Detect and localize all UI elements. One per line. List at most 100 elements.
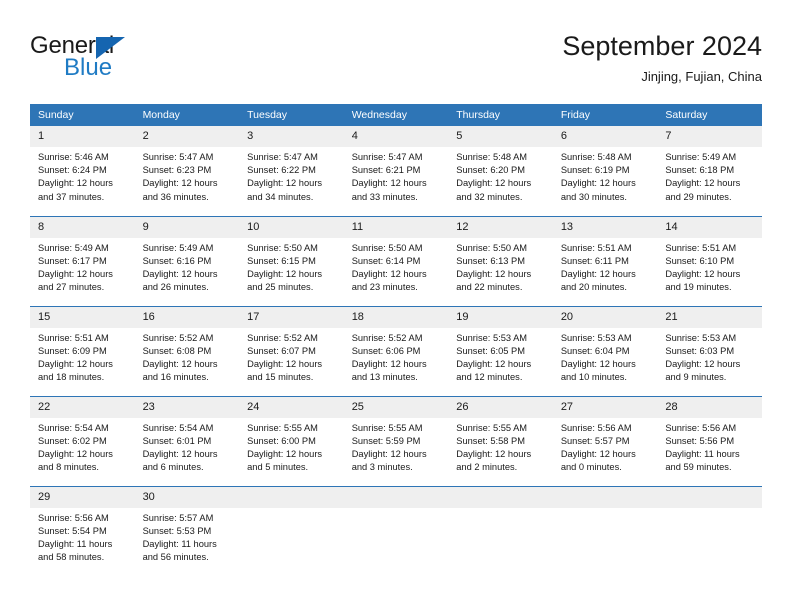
calendar-day-cell[interactable]: 17 Sunrise: 5:52 AM Sunset: 6:07 PM Dayligh… xyxy=(239,305,344,396)
day-details: Sunrise: 5:56 AM Sunset: 5:57 PM Daylight:… xyxy=(553,418,658,475)
day-details: Sunrise: 5:47 AM Sunset: 6:21 PM Daylight:… xyxy=(344,147,449,204)
sunset-text: Sunset: 6:01 PM xyxy=(142,435,212,446)
calendar-day-cell[interactable]: 20 Sunrise: 5:53 AM Sunset: 6:04 PM Dayligh… xyxy=(552,305,658,396)
day-number: 10 xyxy=(239,216,344,238)
calendar-day-cell[interactable]: 1 Sunrise: 5:46 AM Sunset: 6:24 PM Daylight… xyxy=(30,126,135,216)
calendar-day-cell[interactable]: 16 Sunrise: 5:52 AM Sunset: 6:08 PM Dayligh… xyxy=(134,305,240,396)
calendar-day-cell[interactable]: 14 Sunrise: 5:51 AM Sunset: 6:10 PM Dayligh… xyxy=(657,215,762,306)
calendar-day-cell[interactable]: 25 Sunrise: 5:55 AM Sunset: 5:59 PM Dayligh… xyxy=(343,395,449,486)
calendar-day-cell-empty xyxy=(657,485,762,576)
day-number: 15 xyxy=(30,306,135,328)
logo-text-blue: Blue xyxy=(64,54,113,81)
day-number xyxy=(343,486,449,508)
sunset-text: Sunset: 6:21 PM xyxy=(351,165,421,176)
daylight-line1-text: Daylight: 12 hours xyxy=(142,448,218,459)
daylight-line1-text: Daylight: 12 hours xyxy=(560,268,636,279)
daylight-line2-text: and 32 minutes. xyxy=(456,191,523,202)
calendar-day-cell[interactable]: 23 Sunrise: 5:54 AM Sunset: 6:01 PM Dayligh… xyxy=(134,395,240,486)
day-details: Sunrise: 5:50 AM Sunset: 6:15 PM Daylight:… xyxy=(239,238,344,295)
sunrise-text: Sunrise: 5:54 AM xyxy=(142,422,214,433)
day-number: 13 xyxy=(552,216,658,238)
sunrise-text: Sunrise: 5:48 AM xyxy=(560,152,632,162)
weekday-header-thursday: Thursday xyxy=(448,104,553,126)
sunset-text: Sunset: 6:11 PM xyxy=(560,255,629,266)
day-number: 19 xyxy=(448,306,553,328)
day-details: Sunrise: 5:51 AM Sunset: 6:10 PM Daylight:… xyxy=(657,238,762,295)
daylight-line1-text: Daylight: 12 hours xyxy=(665,268,741,279)
calendar-day-cell[interactable]: 28 Sunrise: 5:56 AM Sunset: 5:56 PM Dayligh… xyxy=(657,395,762,486)
sunset-text: Sunset: 5:56 PM xyxy=(665,435,735,446)
day-number: 14 xyxy=(657,216,762,238)
sunset-text: Sunset: 6:07 PM xyxy=(247,345,316,356)
daylight-line2-text: and 59 minutes. xyxy=(665,462,732,473)
sunrise-text: Sunrise: 5:52 AM xyxy=(142,332,214,343)
calendar-day-cell[interactable]: 13 Sunrise: 5:51 AM Sunset: 6:11 PM Dayligh… xyxy=(552,215,658,306)
day-details: Sunrise: 5:50 AM Sunset: 6:14 PM Daylight:… xyxy=(344,238,449,295)
calendar-day-cell[interactable]: 21 Sunrise: 5:53 AM Sunset: 6:03 PM Dayligh… xyxy=(657,305,762,396)
day-number: 30 xyxy=(134,486,240,508)
daylight-line1-text: Daylight: 12 hours xyxy=(38,448,113,459)
day-number: 3 xyxy=(239,126,344,147)
daylight-line2-text: and 5 minutes. xyxy=(247,462,309,473)
calendar-day-cell[interactable]: 30 Sunrise: 5:57 AM Sunset: 5:53 PM Dayligh… xyxy=(134,485,240,576)
calendar-grid: Sunday Monday Tuesday Wednesday Thursday Frid… xyxy=(30,104,762,576)
daylight-line2-text: and 10 minutes. xyxy=(560,372,627,383)
daylight-line2-text: and 12 minutes. xyxy=(456,372,523,383)
sunrise-text: Sunrise: 5:51 AM xyxy=(38,332,109,343)
calendar-day-cell[interactable]: 4 Sunrise: 5:47 AM Sunset: 6:21 PM Daylight… xyxy=(343,126,449,216)
daylight-line1-text: Daylight: 12 hours xyxy=(247,178,323,189)
sunset-text: Sunset: 5:57 PM xyxy=(560,435,630,446)
daylight-line2-text: and 8 minutes. xyxy=(38,462,99,473)
sunset-text: Sunset: 6:03 PM xyxy=(665,345,735,356)
sunset-text: Sunset: 6:14 PM xyxy=(351,255,421,266)
calendar-day-cell[interactable]: 10 Sunrise: 5:50 AM Sunset: 6:15 PM Dayligh… xyxy=(239,215,344,306)
day-number: 17 xyxy=(239,306,344,328)
day-number: 6 xyxy=(552,126,658,147)
calendar-day-cell[interactable]: 7 Sunrise: 5:49 AM Sunset: 6:18 PM Daylight… xyxy=(657,126,762,216)
calendar-day-cell[interactable]: 8 Sunrise: 5:49 AM Sunset: 6:17 PM Daylight… xyxy=(30,215,135,306)
calendar-day-cell[interactable]: 9 Sunrise: 5:49 AM Sunset: 6:16 PM Daylight… xyxy=(134,215,240,306)
calendar-day-cell[interactable]: 27 Sunrise: 5:56 AM Sunset: 5:57 PM Dayligh… xyxy=(552,395,658,486)
day-number: 8 xyxy=(30,216,135,238)
calendar-day-cell[interactable]: 2 Sunrise: 5:47 AM Sunset: 6:23 PM Daylight… xyxy=(134,126,240,216)
day-number: 1 xyxy=(30,126,135,147)
calendar-week-row: 29 Sunrise: 5:56 AM Sunset: 5:54 PM Dayligh… xyxy=(30,485,762,576)
day-details: Sunrise: 5:50 AM Sunset: 6:13 PM Daylight:… xyxy=(448,238,553,295)
day-number: 26 xyxy=(448,396,553,418)
calendar-day-cell[interactable]: 26 Sunrise: 5:55 AM Sunset: 5:58 PM Dayligh… xyxy=(448,395,553,486)
day-number: 29 xyxy=(30,486,135,508)
daylight-line1-text: Daylight: 12 hours xyxy=(560,448,636,459)
page-header: General Blue September 2024 Jinjing, Fuj… xyxy=(0,0,792,100)
sunset-text: Sunset: 6:02 PM xyxy=(38,435,107,446)
sunset-text: Sunset: 6:24 PM xyxy=(38,165,107,176)
calendar-day-cell[interactable]: 12 Sunrise: 5:50 AM Sunset: 6:13 PM Dayligh… xyxy=(448,215,553,306)
daylight-line1-text: Daylight: 12 hours xyxy=(456,178,532,189)
calendar-day-cell[interactable]: 5 Sunrise: 5:48 AM Sunset: 6:20 PM Daylight… xyxy=(448,126,553,216)
day-number: 5 xyxy=(448,126,553,147)
sunset-text: Sunset: 6:05 PM xyxy=(456,345,525,356)
brand-logo[interactable]: General Blue xyxy=(30,33,250,88)
daylight-line2-text: and 0 minutes. xyxy=(560,462,622,473)
sunset-text: Sunset: 6:16 PM xyxy=(142,255,212,266)
calendar-day-cell[interactable]: 11 Sunrise: 5:50 AM Sunset: 6:14 PM Dayligh… xyxy=(343,215,449,306)
calendar-day-cell[interactable]: 29 Sunrise: 5:56 AM Sunset: 5:54 PM Dayligh… xyxy=(30,485,135,576)
sunrise-text: Sunrise: 5:52 AM xyxy=(247,332,318,343)
day-number: 18 xyxy=(343,306,449,328)
calendar-day-cell[interactable]: 24 Sunrise: 5:55 AM Sunset: 6:00 PM Dayligh… xyxy=(239,395,344,486)
calendar-day-cell[interactable]: 15 Sunrise: 5:51 AM Sunset: 6:09 PM Dayligh… xyxy=(30,305,135,396)
day-number: 11 xyxy=(343,216,449,238)
calendar-day-cell-empty xyxy=(239,485,344,576)
calendar-day-cell[interactable]: 3 Sunrise: 5:47 AM Sunset: 6:22 PM Daylight… xyxy=(239,126,344,216)
calendar-day-cell[interactable]: 22 Sunrise: 5:54 AM Sunset: 6:02 PM Dayligh… xyxy=(30,395,135,486)
day-details xyxy=(448,508,553,512)
calendar-day-cell[interactable]: 6 Sunrise: 5:48 AM Sunset: 6:19 PM Daylight… xyxy=(552,126,658,216)
sunset-text: Sunset: 6:23 PM xyxy=(142,165,212,176)
calendar-day-cell[interactable]: 19 Sunrise: 5:53 AM Sunset: 6:05 PM Dayligh… xyxy=(448,305,553,396)
calendar-day-cell[interactable]: 18 Sunrise: 5:52 AM Sunset: 6:06 PM Dayligh… xyxy=(343,305,449,396)
sunrise-text: Sunrise: 5:50 AM xyxy=(351,242,423,253)
calendar-page: General Blue September 2024 Jinjing, Fuj… xyxy=(0,0,792,612)
daylight-line1-text: Daylight: 12 hours xyxy=(351,268,427,279)
sunrise-text: Sunrise: 5:56 AM xyxy=(38,512,109,523)
sunrise-text: Sunrise: 5:51 AM xyxy=(560,242,632,253)
weekday-header-sunday: Sunday xyxy=(30,104,135,126)
